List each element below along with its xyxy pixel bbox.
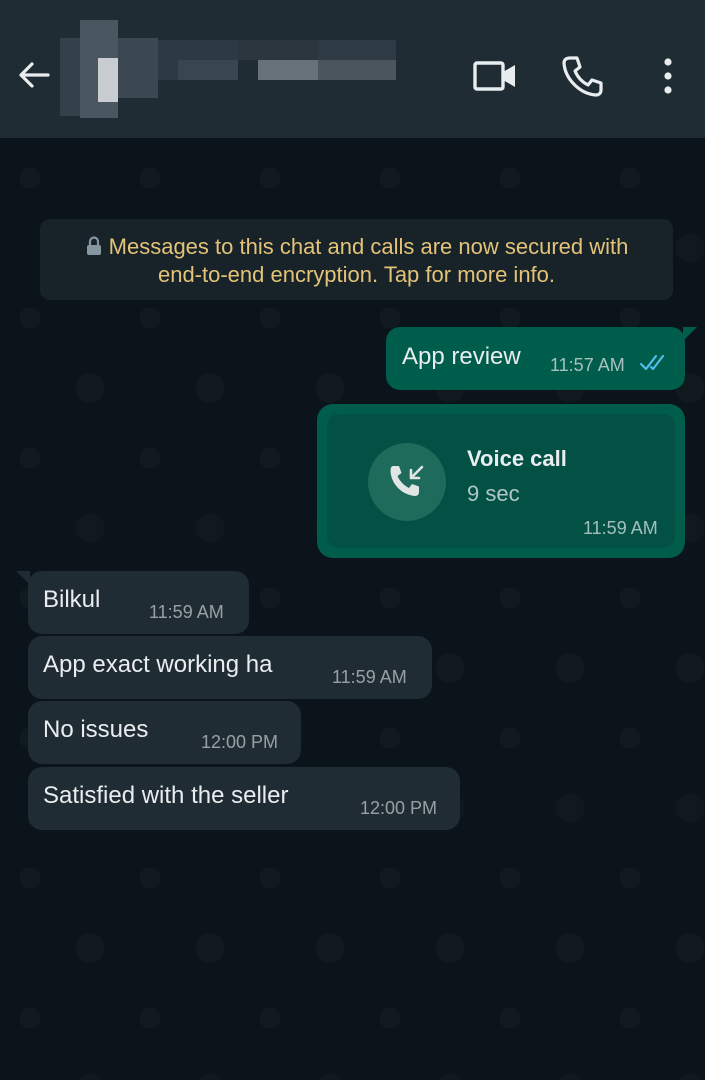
video-camera-icon bbox=[473, 61, 515, 91]
phone-icon bbox=[562, 56, 603, 97]
message-bubble-incoming[interactable]: No issues 12:00 PM bbox=[28, 701, 301, 764]
message-time: 12:00 PM bbox=[201, 732, 279, 752]
encryption-notice-line2: end-to-end encryption. Tap for more info… bbox=[157, 262, 556, 287]
message-text: App exact working ha bbox=[43, 651, 273, 678]
message-time: 11:59 AM bbox=[149, 602, 224, 622]
message-time: 11:59 AM bbox=[583, 518, 658, 538]
voice-call-message[interactable]: Voice call 9 sec 11:59 AM bbox=[317, 404, 685, 558]
lock-icon bbox=[86, 236, 101, 255]
encryption-notice[interactable]: Messages to this chat and calls are now … bbox=[40, 219, 673, 300]
encryption-notice-line1: Messages to this chat and calls are now … bbox=[108, 234, 629, 259]
voice-call-button[interactable] bbox=[560, 54, 604, 98]
arrow-left-icon bbox=[19, 62, 50, 88]
contact-name-redacted[interactable] bbox=[60, 20, 396, 118]
call-icon-circle bbox=[368, 443, 446, 521]
voice-call-duration: 9 sec bbox=[467, 481, 520, 506]
chat-header bbox=[0, 0, 705, 138]
more-options-button[interactable] bbox=[656, 56, 680, 96]
video-call-button[interactable] bbox=[472, 56, 518, 96]
message-text: Satisfied with the seller bbox=[43, 782, 289, 809]
incoming-call-icon bbox=[390, 465, 424, 496]
bubble-tail bbox=[683, 327, 697, 341]
message-text: App review bbox=[402, 343, 521, 370]
voice-call-title: Voice call bbox=[467, 446, 567, 471]
message-text: No issues bbox=[43, 716, 149, 743]
message-time: 11:59 AM bbox=[332, 667, 407, 687]
message-bubble-incoming[interactable]: Bilkul 11:59 AM bbox=[16, 571, 249, 634]
voice-call-card: Voice call 9 sec 11:59 AM bbox=[327, 414, 675, 548]
more-vertical-icon bbox=[664, 58, 672, 94]
message-bubble-incoming[interactable]: App exact working ha 11:59 AM bbox=[28, 636, 432, 699]
double-check-icon bbox=[639, 354, 665, 371]
message-bubble-outgoing[interactable]: App review 11:57 AM bbox=[386, 327, 697, 390]
message-time: 11:57 AM bbox=[550, 355, 625, 375]
message-bubble-incoming[interactable]: Satisfied with the seller 12:00 PM bbox=[28, 767, 460, 830]
bubble-tail bbox=[16, 571, 30, 585]
message-time: 12:00 PM bbox=[360, 798, 438, 818]
message-text: Bilkul bbox=[43, 586, 101, 613]
back-button[interactable] bbox=[14, 55, 54, 95]
